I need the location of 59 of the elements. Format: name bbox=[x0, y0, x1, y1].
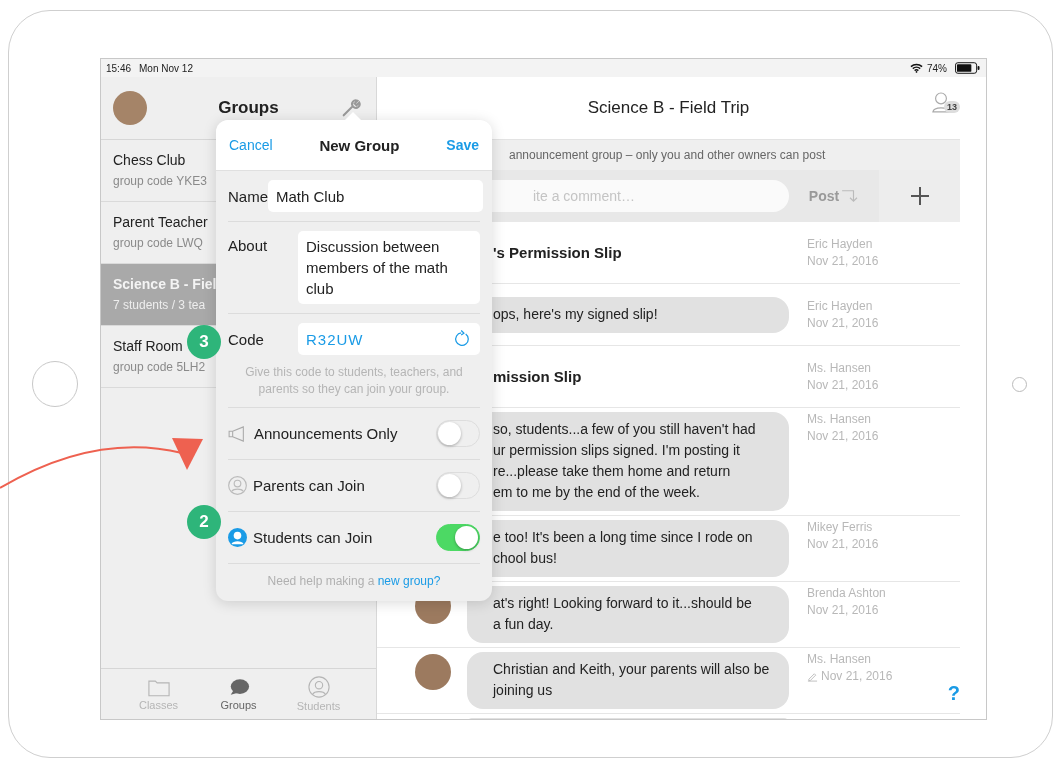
refresh-icon[interactable] bbox=[454, 330, 472, 348]
message-author: Ms. Hansen bbox=[807, 361, 873, 375]
message-date: Nov 21, 2016 bbox=[807, 316, 879, 330]
wrench-icon[interactable] bbox=[340, 97, 362, 119]
person-icon bbox=[307, 676, 330, 698]
help-button[interactable]: ? bbox=[947, 682, 960, 705]
message-author: Brenda Ashton bbox=[807, 586, 886, 600]
battery-percent: 74% bbox=[927, 62, 947, 74]
message-author: Eric Hayden bbox=[807, 299, 874, 313]
message-date: Nov 21, 2016 bbox=[821, 669, 893, 683]
member-count-badge: 13 bbox=[944, 101, 960, 113]
person-outline-icon bbox=[228, 476, 247, 495]
cancel-button[interactable]: Cancel bbox=[229, 137, 273, 153]
sidebar-title: Groups bbox=[217, 98, 280, 118]
members-button[interactable]: 13 bbox=[932, 91, 960, 113]
toggle-switch[interactable] bbox=[436, 472, 480, 499]
message-date: Nov 21, 2016 bbox=[807, 429, 879, 443]
message-bubble: Christian and Keith, your parents will also be joining us bbox=[467, 652, 789, 709]
field-label: About bbox=[228, 236, 269, 254]
status-time: 15:46 bbox=[106, 62, 132, 74]
save-button[interactable]: Save bbox=[446, 137, 479, 153]
post-button[interactable]: Post bbox=[789, 187, 879, 205]
field-label: Code bbox=[228, 330, 265, 348]
wifi-icon bbox=[910, 63, 923, 73]
message-author: Ms. Hansen bbox=[807, 652, 873, 666]
tab-bar-item[interactable]: Classes bbox=[129, 669, 188, 719]
post-title: mission Slip bbox=[492, 368, 583, 385]
post-title: 's Permission Slip bbox=[492, 244, 623, 261]
message-date: Nov 21, 2016 bbox=[807, 378, 879, 392]
return-arrow-icon bbox=[841, 189, 860, 203]
message-date: Nov 21, 2016 bbox=[807, 537, 879, 551]
person-icon bbox=[228, 528, 247, 547]
new-group-link[interactable]: new group? bbox=[377, 574, 441, 588]
about-field[interactable]: Discussion between members of the math club bbox=[298, 231, 480, 304]
code-hint: Give this code to students, teachers, and parents so they can join your group. bbox=[228, 364, 480, 408]
toggle-label: Parents can Join bbox=[253, 477, 366, 494]
name-field[interactable]: Math Club bbox=[268, 180, 483, 212]
battery-icon bbox=[955, 62, 980, 74]
toggle-switch[interactable] bbox=[436, 524, 480, 551]
message-author: Eric Hayden bbox=[807, 237, 874, 251]
toggle-label: Announcements Only bbox=[254, 425, 399, 442]
message-author: Ms. Hansen bbox=[807, 412, 873, 426]
chat-title: Science B - Field Trip bbox=[587, 98, 750, 118]
message-date: Nov 21, 2016 bbox=[807, 254, 879, 268]
tab-bar-item[interactable]: Students bbox=[289, 669, 348, 719]
field-label: Name bbox=[228, 187, 268, 205]
code-field[interactable]: R32UW bbox=[298, 323, 480, 355]
message-bubble: at's right! Looking forward to it...should be a fun day. bbox=[467, 586, 789, 643]
status-date: Mon Nov 12 bbox=[139, 62, 193, 74]
profile-photo-placeholder[interactable] bbox=[113, 91, 147, 125]
folder-icon bbox=[147, 677, 170, 697]
avatar-photo-placeholder bbox=[415, 654, 451, 690]
message-date: Nov 21, 2016 bbox=[807, 603, 879, 617]
plus-icon bbox=[909, 186, 930, 206]
tab-bar-item[interactable]: Groups bbox=[209, 669, 268, 719]
help-text: Need help making a new group? bbox=[266, 573, 442, 590]
message-author: Mikey Ferris bbox=[807, 520, 874, 534]
toggle-switch[interactable] bbox=[436, 420, 480, 447]
toggle-label: Students can Join bbox=[253, 529, 374, 546]
